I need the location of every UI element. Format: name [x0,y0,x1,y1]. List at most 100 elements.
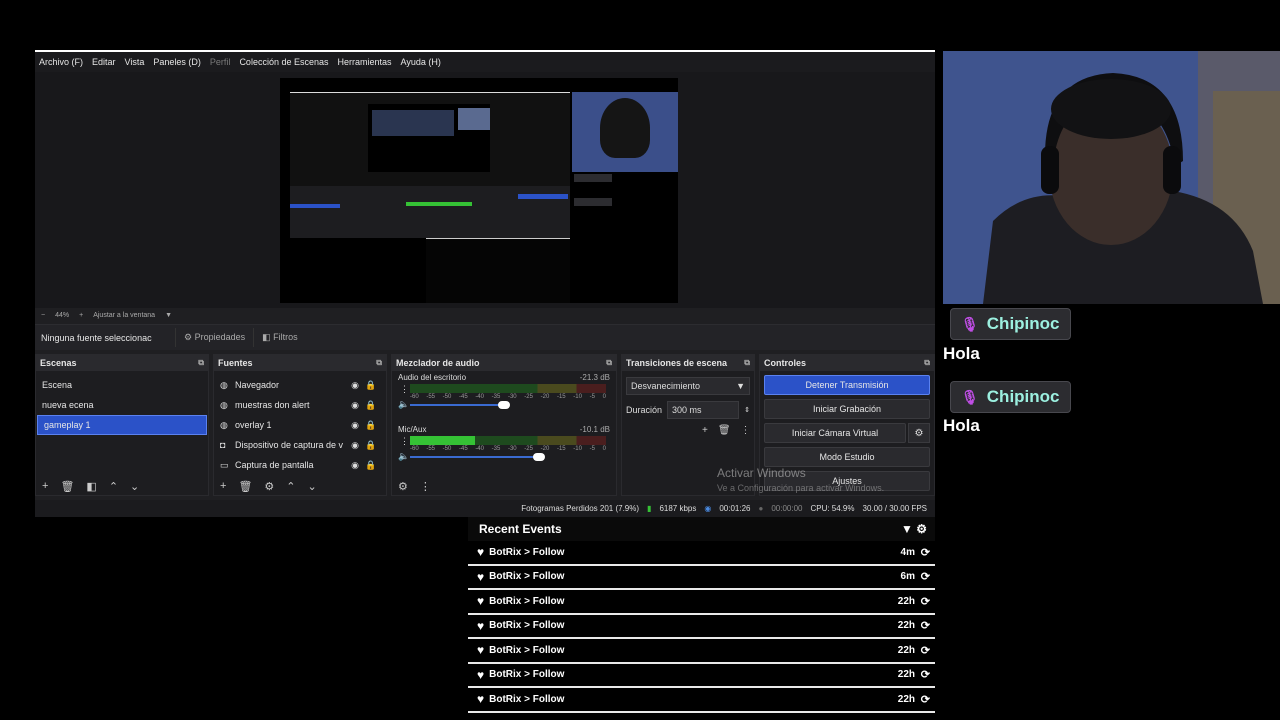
undock-icon[interactable]: ⧉ [924,358,930,368]
heart-icon: ♥ [477,545,485,560]
replay-icon[interactable]: ⟳ [921,668,930,681]
gear-icon[interactable]: ⚙ [908,423,930,443]
stop-streaming-button[interactable]: Detener Transmisión [764,375,930,395]
replay-icon[interactable]: ⟳ [921,693,930,706]
stepper-icon[interactable]: ⇕ [744,406,750,414]
source-item[interactable]: ▭ Captura de pantalla ◉ 🔒 [214,455,386,475]
meter-tick: 0 [602,394,606,400]
source-item[interactable]: ◍ muestras don alert ◉ 🔒 [214,395,386,415]
undock-icon[interactable]: ⧉ [198,358,204,368]
meter-tick: -55 [426,394,435,400]
menu-docks[interactable]: Paneles (D) [153,57,201,67]
replay-icon[interactable]: ⟳ [921,595,930,608]
filter-icon[interactable]: ◧ [86,480,96,493]
lock-icon[interactable]: 🔒 [363,400,379,411]
studio-mode-button[interactable]: Modo Estudio [764,447,930,467]
lock-icon[interactable]: 🔒 [363,380,379,391]
event-text: BotRix > Follow [489,571,565,583]
source-item[interactable]: ◍ overlay 1 ◉ 🔒 [214,415,386,435]
start-virtual-camera-button[interactable]: Iniciar Cámara Virtual [764,423,906,443]
more-vertical-icon[interactable]: ⋮ [741,425,751,436]
source-item[interactable]: ◘ Dispositivo de captura de v ◉ 🔒 [214,435,386,455]
speaker-icon[interactable]: 🔈 [398,451,409,462]
eye-icon[interactable]: ◉ [347,400,363,411]
menu-edit[interactable]: Editar [92,57,116,67]
menu-profile[interactable]: Perfil [210,57,231,67]
event-time: 22h [897,644,915,656]
scene-item[interactable]: nueva ecena [36,395,208,415]
undock-icon[interactable]: ⧉ [744,358,750,368]
replay-icon[interactable]: ⟳ [921,546,930,559]
meter-tick: 0 [602,446,606,452]
trash-icon[interactable]: 🗑 [718,425,731,436]
add-icon[interactable]: + [702,425,708,436]
properties-button[interactable]: ⚙ Propiedades [175,328,253,347]
eye-icon[interactable]: ◉ [347,380,363,391]
chevron-down-icon[interactable]: ⌄ [308,480,317,493]
zoom-dropdown-icon[interactable]: ▼ [165,312,172,319]
menu-help[interactable]: Ayuda (H) [401,57,441,67]
add-icon[interactable]: + [220,480,226,492]
chevron-down-icon[interactable]: ⌄ [130,480,139,493]
replay-icon[interactable]: ⟳ [921,619,930,632]
volume-slider-track[interactable] [410,404,505,406]
chevron-up-icon[interactable]: ⌃ [286,480,295,493]
meter-tick: -50 [442,394,452,400]
speaker-icon[interactable]: 🔈 [398,399,409,410]
zoom-out-button[interactable]: − [41,312,45,319]
recent-events-panel: Recent Events ▼ ⚙ ♥ BotRix > Follow 4m ⟳ ♥ Bo… [468,517,935,720]
chevron-up-icon[interactable]: ⌃ [109,480,118,493]
gear-icon[interactable]: ⚙ [916,522,927,536]
more-vertical-icon[interactable]: ⋮ [400,436,409,447]
lock-icon[interactable]: 🔒 [363,420,379,431]
trash-icon[interactable]: 🗑 [238,480,252,493]
transition-select[interactable]: Desvanecimiento ▼ [626,377,750,395]
gear-icon[interactable]: ⚙ [264,480,274,493]
replay-icon[interactable]: ⟳ [921,644,930,657]
fit-window-button[interactable]: Ajustar a la ventana [93,312,155,319]
duration-input[interactable]: 300 ms [667,401,740,419]
more-vertical-icon[interactable]: ⋮ [400,384,409,395]
eye-icon[interactable]: ◉ [347,440,363,451]
event-row: ♥ BotRix > Follow 4m ⟳ [468,541,935,566]
event-time: 22h [897,595,915,607]
source-item[interactable]: ◍ Navegador ◉ 🔒 [214,375,386,395]
event-text: BotRix > Follow [489,644,565,656]
meter-tick: -55 [426,446,435,452]
volume-slider-thumb[interactable] [533,453,546,461]
filter-icon[interactable]: ▼ [901,522,913,536]
trash-icon[interactable]: 🗑 [60,480,74,493]
event-row: ♥ BotRix > Follow 22h ⟳ [468,639,935,664]
meter-tick: -15 [556,394,566,400]
undock-icon[interactable]: ⧉ [606,358,612,368]
event-row: ♥ BotRix > Follow 22h ⟳ [468,615,935,639]
replay-icon[interactable]: ⟳ [921,570,930,583]
globe-icon: ◍ [220,379,228,390]
preview-canvas[interactable] [280,78,678,303]
start-recording-button[interactable]: Iniciar Grabación [764,399,930,419]
lock-icon[interactable]: 🔒 [363,460,379,471]
menu-bar: Archivo (F) Editar Vista Paneles (D) Per… [35,52,935,72]
scene-item[interactable]: Escena [36,375,208,395]
event-text: BotRix > Follow [489,693,565,705]
zoom-in-button[interactable]: + [79,312,83,319]
meter-tick: -35 [491,446,501,452]
meter-tick: -15 [556,446,566,452]
volume-slider-thumb[interactable] [498,401,511,409]
eye-icon[interactable]: ◉ [347,460,363,471]
filters-button[interactable]: ◧ Filtros [253,328,306,347]
menu-view[interactable]: Vista [125,57,145,67]
more-vertical-icon[interactable]: ⋮ [420,480,431,493]
menu-file[interactable]: Archivo (F) [39,57,83,67]
gear-icon[interactable]: ⚙ [398,480,408,493]
meter-tick: -20 [540,394,550,400]
menu-tools[interactable]: Herramientas [338,57,392,67]
menu-scene-collection[interactable]: Colección de Escenas [239,57,328,67]
volume-slider-track[interactable] [410,456,540,458]
add-icon[interactable]: + [42,480,48,492]
eye-icon[interactable]: ◉ [347,420,363,431]
scene-item-active[interactable]: gameplay 1 [37,415,207,435]
lock-icon[interactable]: 🔒 [363,440,379,451]
meter-tick: -35 [491,394,501,400]
undock-icon[interactable]: ⧉ [376,358,382,368]
